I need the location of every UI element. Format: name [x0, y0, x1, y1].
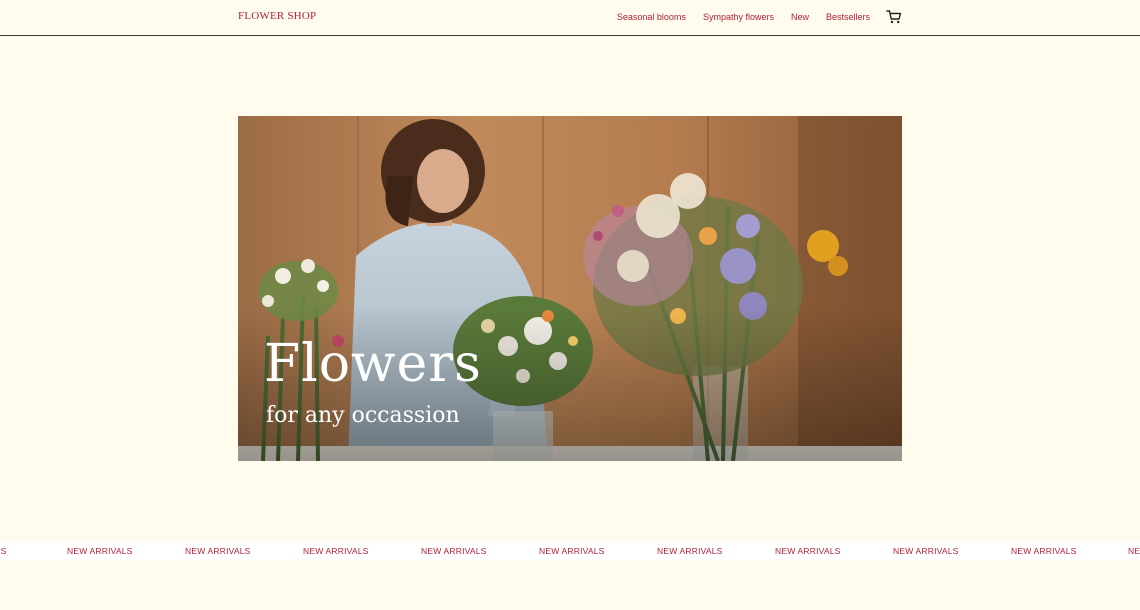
nav-sympathy-flowers[interactable]: Sympathy flowers [703, 12, 774, 22]
nav-seasonal-blooms[interactable]: Seasonal blooms [617, 12, 686, 22]
nav-new[interactable]: New [791, 12, 809, 22]
site-header: FLOWER SHOP Seasonal blooms Sympathy flo… [0, 0, 1140, 36]
marquee-item: NEW ARRIVALS [67, 546, 133, 556]
site-logo[interactable]: FLOWER SHOP [238, 10, 316, 22]
marquee-item: NEW ARRIVALS [1011, 546, 1077, 556]
hero-banner[interactable]: Flowers for any occassion [238, 116, 902, 461]
hero-title: Flowers [264, 334, 482, 394]
cart-icon[interactable] [886, 9, 902, 25]
marquee-item: NEW ARRIVALS [0, 546, 7, 556]
main-nav: Seasonal blooms Sympathy flowers New Bes… [617, 12, 870, 22]
marquee-item: NEW ARRIVALS [1128, 546, 1140, 556]
marquee-item: NEW ARRIVALS [303, 546, 369, 556]
marquee-item: NEW ARRIVALS [421, 546, 487, 556]
nav-bestsellers[interactable]: Bestsellers [826, 12, 870, 22]
marquee-item: NEW ARRIVALS [775, 546, 841, 556]
marquee-item: NEW ARRIVALS [657, 546, 723, 556]
marquee-item: NEW ARRIVALS [185, 546, 251, 556]
new-arrivals-marquee[interactable]: NEW ARRIVALS NEW ARRIVALS NEW ARRIVALS N… [0, 541, 1140, 561]
marquee-item: NEW ARRIVALS [539, 546, 605, 556]
marquee-item: NEW ARRIVALS [893, 546, 959, 556]
hero-subtitle: for any occassion [266, 403, 460, 428]
